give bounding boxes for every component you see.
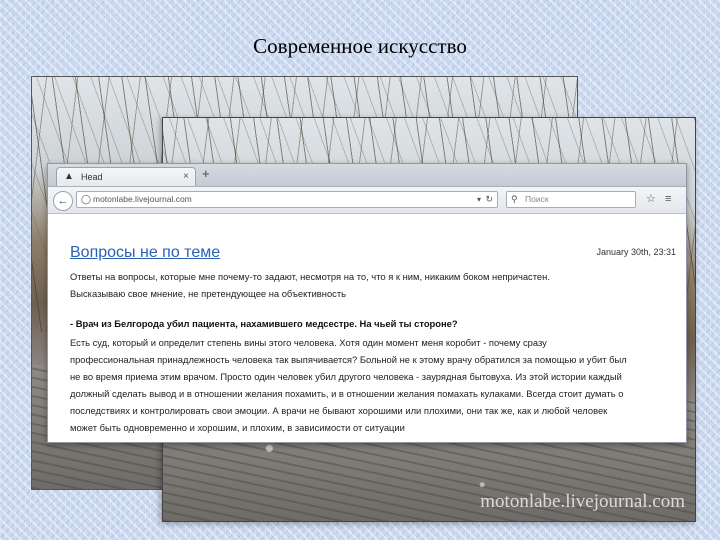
answer-line: последствиях и контролировать свои эмоци…: [70, 405, 608, 416]
intro-line: Ответы на вопросы, которые мне почему-то…: [70, 271, 550, 282]
chevron-down-icon[interactable]: ▾: [477, 192, 481, 207]
search-input[interactable]: ⚲ Поиск: [506, 191, 636, 208]
bookmark-star-icon[interactable]: ☆: [646, 193, 656, 205]
browser-tab[interactable]: ▲ Head ×: [56, 167, 196, 186]
photo-watermark: motonlabe.livejournal.com: [480, 491, 685, 512]
search-icon: ⚲: [511, 194, 518, 204]
close-icon[interactable]: ×: [183, 171, 189, 183]
intro-line: Высказываю свое мнение, не претендующее …: [70, 288, 347, 299]
post-question: - Врач из Белгорода убил пациента, нахам…: [70, 318, 458, 329]
answer-line: Есть суд, который и определит степень ви…: [70, 337, 547, 348]
post-answer: Есть суд, который и определит степень ви…: [70, 334, 674, 436]
nav-bar: ← ◯ motonlabe.livejournal.com ▾ ↻ ⚲ Поис…: [48, 187, 686, 214]
slide-title: Современное искусство: [253, 34, 467, 58]
post-intro: Ответы на вопросы, которые мне почему-то…: [70, 268, 670, 302]
answer-line: может быть одновременно и хорошим, и пло…: [70, 422, 405, 433]
url-text: motonlabe.livejournal.com: [93, 194, 192, 204]
browser-window: ▲ Head × + ← ◯ motonlabe.livejournal.com…: [47, 163, 687, 443]
answer-line: должный сделать вывод и в отношении жела…: [70, 388, 624, 399]
reload-icon[interactable]: ↻: [485, 192, 493, 207]
back-button[interactable]: ←: [53, 191, 73, 211]
url-bar[interactable]: ◯ motonlabe.livejournal.com ▾ ↻: [76, 191, 498, 208]
menu-icon[interactable]: ≡: [665, 193, 671, 205]
new-tab-button[interactable]: +: [202, 167, 210, 181]
tab-title: Head: [81, 172, 103, 182]
search-placeholder: Поиск: [525, 194, 549, 204]
globe-icon: ◯: [81, 194, 92, 204]
post-date: January 30th, 23:31: [596, 247, 676, 257]
incognito-icon: ▲: [64, 171, 74, 182]
answer-line: не во время приема этим врачом. Просто о…: [70, 371, 622, 382]
post-title[interactable]: Вопросы не по теме: [70, 244, 220, 262]
tab-bar: ▲ Head × +: [48, 164, 686, 187]
answer-line: профессиональная принадлежность человека…: [70, 354, 627, 365]
